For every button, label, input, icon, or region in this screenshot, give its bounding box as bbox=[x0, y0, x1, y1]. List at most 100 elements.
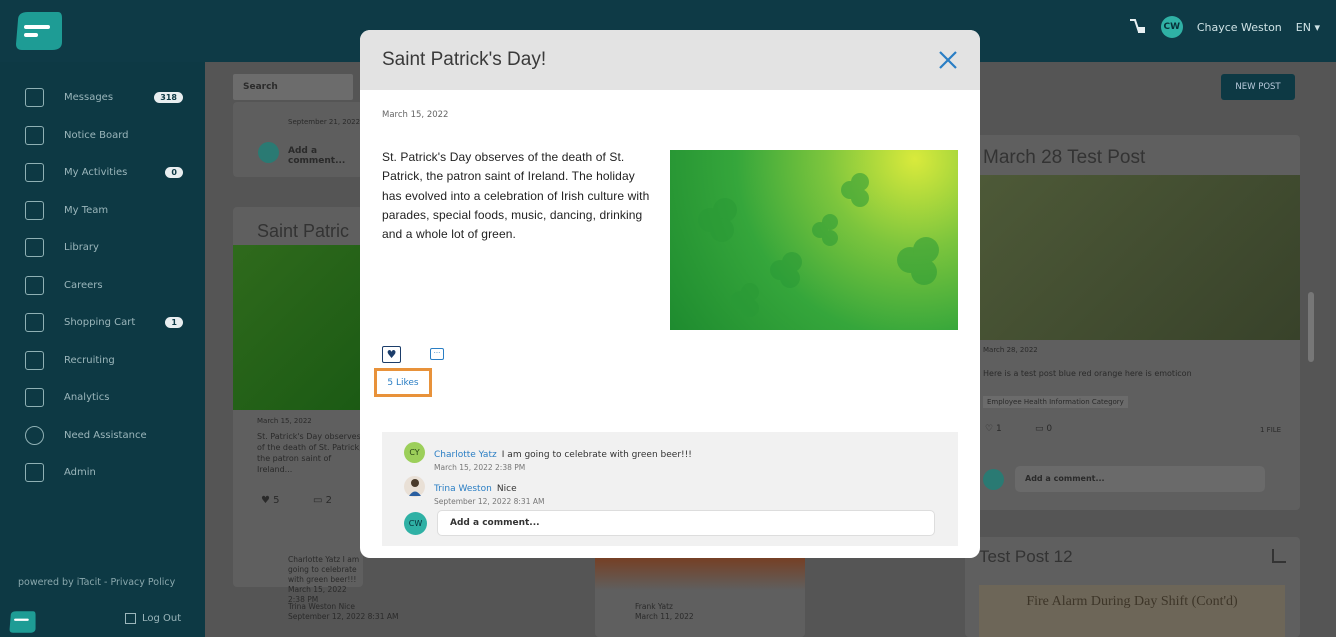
category-tag[interactable]: Employee Health Information Category bbox=[983, 396, 1128, 408]
file-count[interactable]: 1 FILE bbox=[1260, 426, 1281, 434]
sidebar-item-my-team[interactable]: My Team bbox=[0, 192, 205, 230]
modal-title: Saint Patrick's Day! bbox=[382, 49, 547, 70]
shamrock-pattern bbox=[698, 173, 939, 317]
user-name[interactable]: Chayce Weston bbox=[1197, 21, 1282, 34]
comment-count-value: 2 bbox=[325, 495, 333, 506]
add-comment-input[interactable]: Add a comment... bbox=[437, 510, 935, 536]
sidebar-item-label: Messages bbox=[64, 92, 114, 104]
comment-count[interactable]: ▭ 0 bbox=[1035, 424, 1052, 434]
admin-icon bbox=[25, 463, 44, 483]
comment-text: I am going to celebrate with green beer!… bbox=[501, 450, 692, 460]
sidebar-item-notice-board[interactable]: Notice Board bbox=[0, 117, 205, 155]
recruiting-icon bbox=[25, 350, 44, 370]
post-card-test-12[interactable]: Test Post 12 Fire Alarm During Day Shift… bbox=[965, 537, 1300, 637]
analytics-icon bbox=[25, 388, 44, 408]
post-title: March 28 Test Post bbox=[983, 147, 1146, 168]
itacit-small-logo bbox=[9, 611, 36, 633]
comment-count[interactable]: ▭ 2 bbox=[313, 495, 332, 506]
cart-icon bbox=[25, 313, 44, 333]
close-icon[interactable] bbox=[938, 50, 958, 70]
language-label: EN bbox=[1295, 20, 1311, 34]
notice-board-icon bbox=[25, 125, 44, 145]
sidebar-item-need-assistance[interactable]: Need Assistance bbox=[0, 417, 205, 455]
logout-icon bbox=[125, 613, 136, 624]
messages-badge: 318 bbox=[154, 92, 183, 104]
post-card-left-top: September 21, 2022 Add a comment... bbox=[233, 102, 363, 177]
user-avatar[interactable]: CW bbox=[1160, 16, 1183, 38]
logout-button[interactable]: Log Out bbox=[125, 613, 181, 624]
comment-icon: ▭ bbox=[1035, 424, 1044, 434]
sidebar-item-library[interactable]: Library bbox=[0, 229, 205, 267]
post-preview: Fire Alarm During Day Shift (Cont'd) bbox=[979, 585, 1285, 637]
add-comment-input[interactable]: Add a comment... bbox=[1015, 466, 1265, 492]
post-author: Frank Yatz March 11, 2022 bbox=[635, 602, 694, 622]
heart-icon: ♡ bbox=[985, 424, 994, 434]
post-detail-modal: Saint Patrick's Day! March 15, 2022 St. … bbox=[360, 30, 980, 558]
post-card-saint-patrick[interactable]: Saint Patric March 15, 2022 St. Patrick'… bbox=[233, 207, 363, 604]
post-image bbox=[233, 245, 363, 410]
commenter-name[interactable]: Charlotte Yatz bbox=[434, 450, 497, 460]
analytics-icon[interactable] bbox=[1272, 549, 1286, 563]
add-comment-input[interactable]: Add a comment... bbox=[288, 146, 363, 166]
comment-author: Trina Weston bbox=[288, 602, 337, 611]
sidebar-item-label: Admin bbox=[64, 467, 96, 479]
comment-trina: Trina Weston Nice September 12, 2022 8:31… bbox=[288, 602, 398, 622]
like-count[interactable]: ♡ 1 bbox=[985, 424, 1002, 434]
post-excerpt: St. Patrick's Day observes of the death … bbox=[257, 432, 362, 474]
person-photo-icon bbox=[408, 478, 421, 496]
like-count-value: 5 bbox=[273, 495, 280, 506]
post-date: March 11, 2022 bbox=[635, 612, 694, 621]
likes-highlight[interactable]: 5 Likes bbox=[374, 368, 432, 397]
comment-author: Charlotte Yatz bbox=[288, 555, 341, 564]
powered-by-link[interactable]: powered by iTacit - Privacy Policy bbox=[18, 577, 175, 588]
careers-icon bbox=[25, 275, 44, 295]
search-input[interactable]: Search bbox=[233, 74, 353, 100]
help-icon bbox=[25, 425, 44, 445]
sidebar-item-label: Analytics bbox=[64, 392, 110, 404]
current-user-avatar: CW bbox=[404, 512, 427, 535]
commenter-name[interactable]: Trina Weston bbox=[434, 484, 492, 494]
commenter-avatar: CY bbox=[404, 442, 425, 463]
sidebar-item-shopping-cart[interactable]: Shopping Cart 1 bbox=[0, 304, 205, 342]
scrollbar[interactable] bbox=[1308, 292, 1314, 362]
commenter-avatar bbox=[404, 476, 425, 497]
notification-bell-icon[interactable] bbox=[1127, 17, 1147, 37]
like-button[interactable]: ♥ bbox=[382, 346, 401, 363]
messages-icon bbox=[25, 88, 44, 108]
post-card-middle[interactable]: Frank Yatz March 11, 2022 bbox=[595, 552, 805, 637]
sidebar-item-my-activities[interactable]: My Activities 0 bbox=[0, 154, 205, 192]
likes-count-link[interactable]: 5 Likes bbox=[387, 378, 418, 388]
sidebar-item-admin[interactable]: Admin bbox=[0, 454, 205, 492]
sidebar-item-recruiting[interactable]: Recruiting bbox=[0, 342, 205, 380]
post-title: Saint Patric bbox=[257, 221, 350, 241]
sidebar-item-careers[interactable]: Careers bbox=[0, 267, 205, 305]
comment-item: Trina Weston Nice September 12, 2022 8:3… bbox=[404, 476, 544, 506]
comment-time: September 12, 2022 8:31 AM bbox=[434, 497, 545, 506]
top-right-controls: CW Chayce Weston EN ▾ bbox=[1127, 16, 1320, 38]
logout-label: Log Out bbox=[142, 613, 182, 624]
comment-time: September 12, 2022 8:31 AM bbox=[288, 612, 399, 621]
avatar bbox=[258, 142, 279, 163]
author-name: Frank Yatz bbox=[635, 602, 673, 611]
comment-time: March 15, 2022 2:38 PM bbox=[434, 463, 526, 472]
comment-item: CY Charlotte Yatz I am going to celebrat… bbox=[404, 442, 692, 472]
team-icon bbox=[25, 200, 44, 220]
comment-text: Nice bbox=[496, 484, 517, 494]
like-count[interactable]: ♥ 5 bbox=[261, 495, 280, 506]
new-post-button[interactable]: NEW POST bbox=[1221, 74, 1295, 100]
post-excerpt: Here is a test post blue red orange here… bbox=[983, 369, 1192, 378]
like-count-value: 1 bbox=[995, 424, 1002, 434]
post-card-march-28[interactable]: March 28 Test Post March 28, 2022 Here i… bbox=[965, 135, 1300, 510]
preview-text: Fire Alarm During Day Shift (Cont'd) bbox=[1026, 594, 1238, 609]
cart-badge: 1 bbox=[165, 317, 183, 329]
post-date: March 15, 2022 bbox=[257, 417, 312, 425]
itacit-logo[interactable] bbox=[12, 8, 64, 54]
sidebar-item-analytics[interactable]: Analytics bbox=[0, 379, 205, 417]
post-image bbox=[965, 175, 1300, 340]
language-selector[interactable]: EN ▾ bbox=[1296, 21, 1320, 34]
sidebar-item-messages[interactable]: Messages 318 bbox=[0, 79, 205, 117]
sidebar-item-label: Recruiting bbox=[64, 354, 115, 366]
comment-button[interactable]: ··· bbox=[430, 348, 444, 360]
library-icon bbox=[25, 238, 44, 258]
comment-text: Nice bbox=[338, 602, 355, 611]
